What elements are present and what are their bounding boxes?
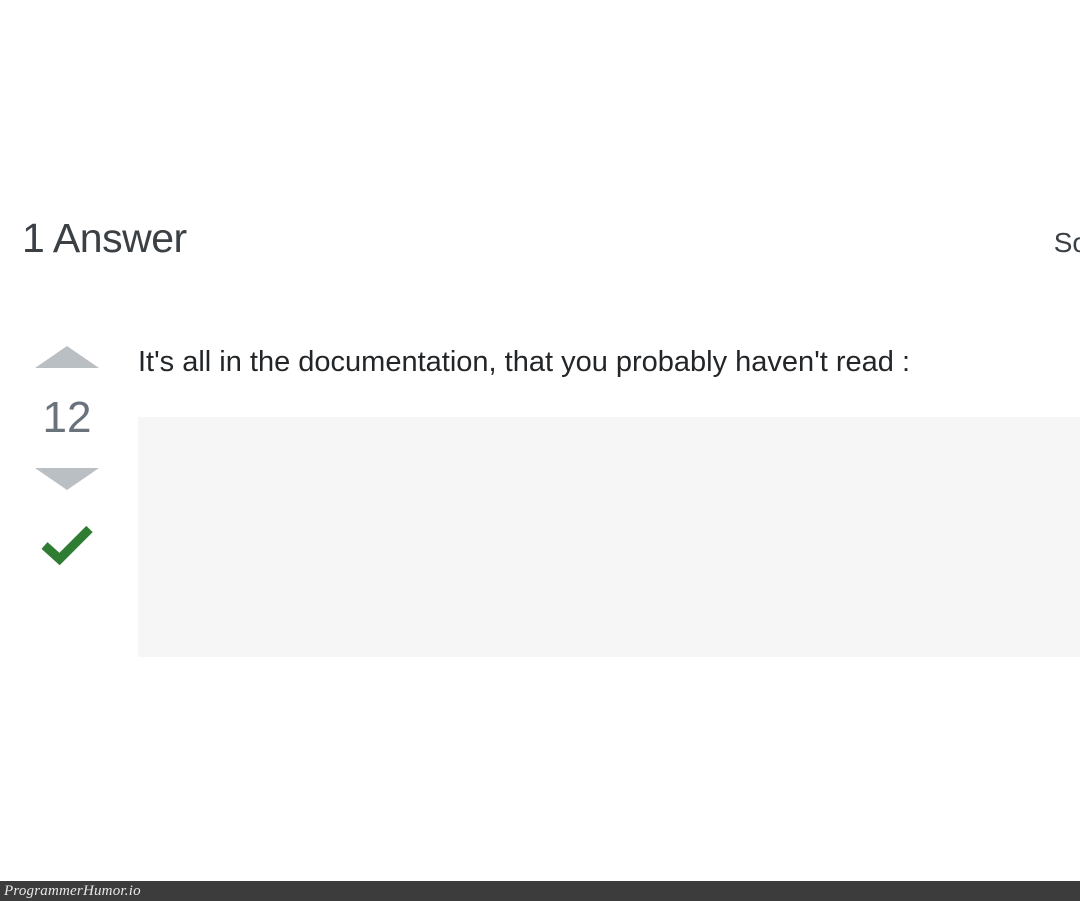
sort-label: So (1054, 227, 1080, 259)
downvote-icon[interactable] (35, 468, 99, 490)
answer-body: It's all in the documentation, that you … (138, 342, 1080, 657)
answers-header: 1 Answer So (22, 215, 1080, 262)
answer-text: It's all in the documentation, that you … (138, 342, 1080, 383)
answers-count-title: 1 Answer (22, 215, 187, 262)
vote-count: 12 (43, 396, 92, 440)
upvote-icon[interactable] (35, 346, 99, 368)
accepted-check-icon[interactable] (40, 522, 94, 566)
answer-row: 12 It's all in the documentation, that y… (22, 342, 1080, 657)
code-block (138, 417, 1080, 657)
watermark-bar: ProgrammerHumor.io (0, 881, 1080, 901)
vote-column: 12 (22, 342, 112, 566)
